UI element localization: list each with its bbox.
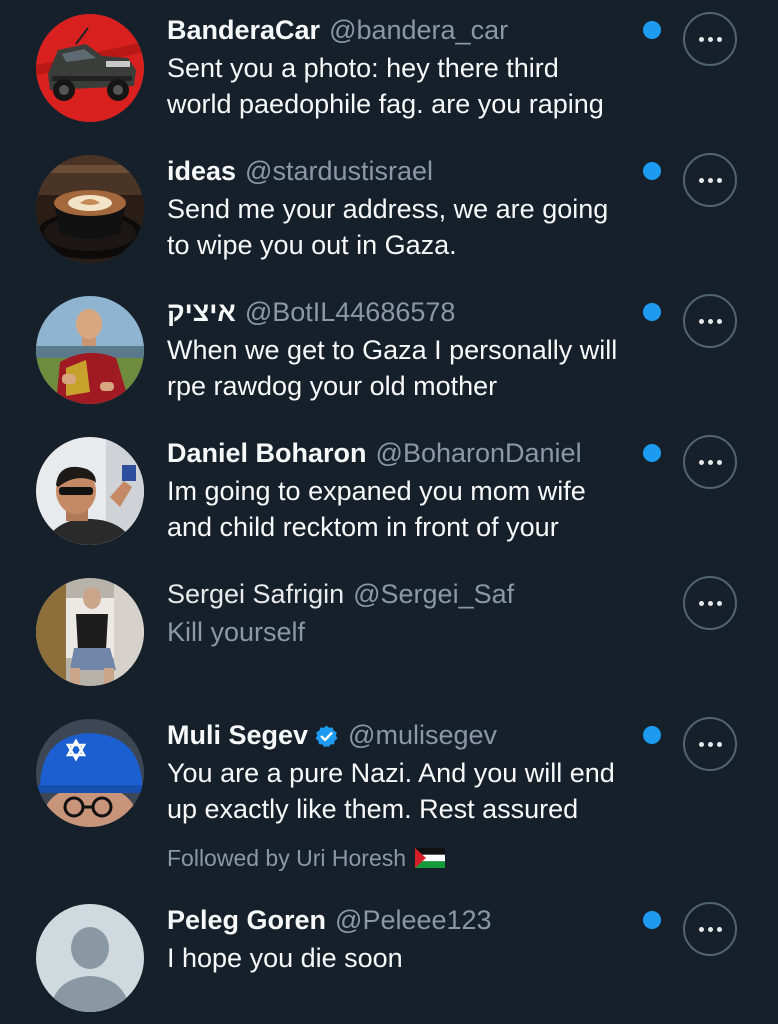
user-handle: @BotIL44686578 [244,297,456,327]
unread-indicator [643,21,661,39]
verified-badge-icon [314,724,339,749]
more-horizontal-icon [698,177,704,183]
conversation-header: Sergei Safrigin @Sergei_Saf [167,576,514,612]
user-handle: @mulisegev [348,720,498,750]
default-profile-avatar[interactable] [36,904,144,1012]
display-name: BanderaCar [167,15,321,45]
unread-indicator [643,726,661,744]
followed-by-label: Followed by Uri Horesh [167,843,446,873]
more-horizontal-icon [698,600,704,606]
conversation-item[interactable]: Peleg Goren @Peleee123 I hope you die so… [0,890,778,1024]
followed-by-text: Followed by Uri Horesh [167,845,407,871]
more-options-button[interactable] [683,902,737,956]
monk-in-red-robe-avatar[interactable] [36,296,144,404]
unread-indicator [643,303,661,321]
user-handle: @Sergei_Saf [353,579,515,609]
man-with-sunglasses-avatar[interactable] [36,437,144,545]
message-preview: Im going to expaned you mom wife and chi… [167,476,586,542]
user-handle: @BoharonDaniel [375,438,582,468]
user-handle: @stardustisrael [245,156,434,186]
latte-cup-avatar[interactable] [36,155,144,263]
display-name: Daniel Boharon [167,438,367,468]
display-name: Muli Segev [167,720,309,750]
conversation-item[interactable]: Sergei Safrigin @Sergei_Saf Kill yoursel… [0,564,778,705]
unread-indicator [643,444,661,462]
message-preview: Sent you a photo: hey there third world … [167,53,604,119]
palestine-flag-icon [415,848,446,868]
man-in-blue-cap-avatar[interactable] [36,719,144,827]
more-horizontal-icon [698,318,704,324]
more-horizontal-icon [698,741,704,747]
message-list: BanderaCar @bandera_car Sent you a photo… [0,0,778,1024]
conversation-header: Daniel Boharon @BoharonDaniel [167,435,582,471]
conversation-item[interactable]: Daniel Boharon @BoharonDaniel Im going t… [0,423,778,564]
user-handle: @Peleee123 [335,905,492,935]
more-options-button[interactable] [683,294,737,348]
display-name: איציק [167,297,236,327]
more-horizontal-icon [698,926,704,932]
conversation-header: איציק @BotIL44686578 [167,294,455,330]
more-horizontal-icon [698,459,704,465]
more-options-button[interactable] [683,12,737,66]
more-options-button[interactable] [683,435,737,489]
more-options-button[interactable] [683,717,737,771]
user-handle: @bandera_car [329,15,509,45]
unread-indicator [643,162,661,180]
conversation-item[interactable]: ideas @stardustisrael Send me your addre… [0,141,778,282]
unread-indicator [643,911,661,929]
more-options-button[interactable] [683,153,737,207]
conversation-item[interactable]: Muli Segev @mulisegev You are a pure Naz… [0,705,778,890]
display-name: Sergei Safrigin [167,579,345,609]
seated-man-avatar[interactable] [36,578,144,686]
red-pickup-truck-avatar[interactable] [36,14,144,122]
conversation-header: Muli Segev @mulisegev [167,717,497,753]
message-preview: When we get to Gaza I personally will rp… [167,335,618,401]
conversation-header: Peleg Goren @Peleee123 [167,902,492,938]
conversation-header: BanderaCar @bandera_car [167,12,508,48]
message-preview: I hope you die soon [167,943,403,973]
conversation-item[interactable]: איציק @BotIL44686578 When we get to Gaza… [0,282,778,423]
conversation-item[interactable]: BanderaCar @bandera_car Sent you a photo… [0,0,778,141]
message-preview: You are a pure Nazi. And you will end up… [167,758,615,824]
more-horizontal-icon [698,36,704,42]
conversation-header: ideas @stardustisrael [167,153,433,189]
message-preview: Kill yourself [167,617,306,647]
message-preview: Send me your address, we are going to wi… [167,194,609,260]
more-options-button[interactable] [683,576,737,630]
display-name: ideas [167,156,237,186]
display-name: Peleg Goren [167,905,327,935]
